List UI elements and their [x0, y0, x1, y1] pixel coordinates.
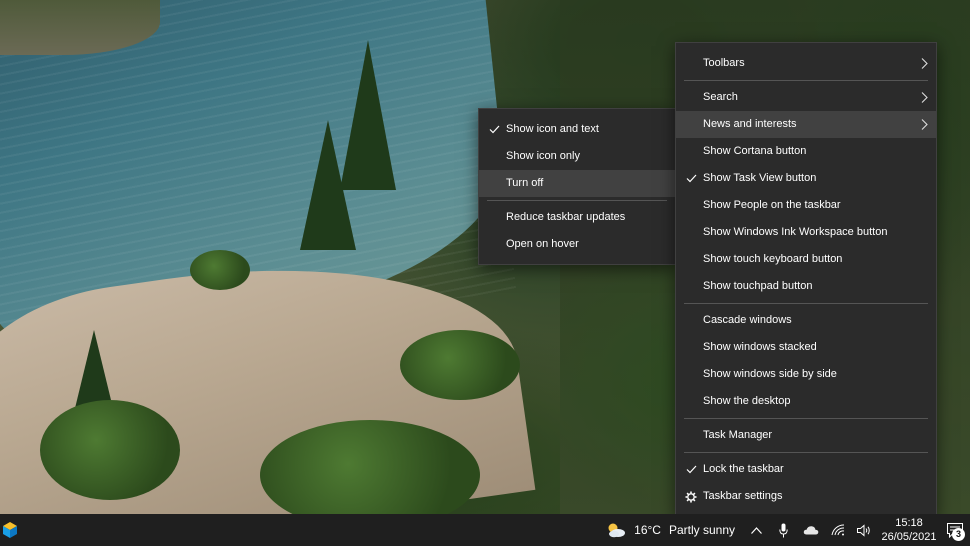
- checkmark-icon: [487, 116, 501, 143]
- menu-item-label: Taskbar settings: [703, 490, 783, 502]
- weather-temperature: 16°C: [634, 523, 661, 537]
- onedrive-cloud-icon[interactable]: [797, 514, 824, 546]
- menu-item-show-icon-only[interactable]: Show icon only: [479, 143, 675, 170]
- menu-item-label: Show windows side by side: [703, 368, 837, 380]
- system-tray: 16°C Partly sunny 15:18 26/05/2021 3: [602, 514, 970, 546]
- menu-item-label: Reduce taskbar updates: [506, 211, 626, 223]
- menu-item-show-people-on-taskbar[interactable]: Show People on the taskbar: [676, 192, 936, 219]
- menu-item-show-the-desktop[interactable]: Show the desktop: [676, 388, 936, 415]
- taskbar-app-button[interactable]: [0, 514, 20, 546]
- menu-item-label: Lock the taskbar: [703, 463, 784, 475]
- menu-item-lock-the-taskbar[interactable]: Lock the taskbar: [676, 456, 936, 483]
- menu-item-turn-off[interactable]: Turn off: [479, 170, 675, 197]
- menu-item-label: Cascade windows: [703, 314, 792, 326]
- menu-item-open-on-hover[interactable]: Open on hover: [479, 231, 675, 258]
- chevron-right-icon: [918, 50, 930, 77]
- volume-icon[interactable]: [851, 514, 878, 546]
- chevron-right-icon: [918, 111, 930, 138]
- notification-count-badge: 3: [952, 528, 965, 541]
- wifi-icon[interactable]: [824, 514, 851, 546]
- menu-item-label: Open on hover: [506, 238, 579, 250]
- menu-item-cascade-windows[interactable]: Cascade windows: [676, 307, 936, 334]
- menu-item-show-windows-side-by-side[interactable]: Show windows side by side: [676, 361, 936, 388]
- news-and-interests-weather-button[interactable]: 16°C Partly sunny: [602, 514, 743, 546]
- menu-separator: [684, 80, 928, 81]
- menu-item-label: Show People on the taskbar: [703, 199, 841, 211]
- menu-item-label: News and interests: [703, 118, 797, 130]
- menu-item-show-cortana-button[interactable]: Show Cortana button: [676, 138, 936, 165]
- wallpaper-shrub: [400, 330, 520, 400]
- menu-item-show-windows-ink-workspace-button[interactable]: Show Windows Ink Workspace button: [676, 219, 936, 246]
- menu-item-reduce-taskbar-updates[interactable]: Reduce taskbar updates: [479, 204, 675, 231]
- chevron-up-icon[interactable]: [743, 514, 770, 546]
- menu-separator: [684, 418, 928, 419]
- menu-item-label: Show touchpad button: [703, 280, 813, 292]
- wallpaper-shrub: [40, 400, 180, 500]
- menu-item-label: Task Manager: [703, 429, 773, 441]
- weather-condition: Partly sunny: [668, 523, 735, 537]
- menu-item-show-icon-and-text[interactable]: Show icon and text: [479, 116, 675, 143]
- news-and-interests-submenu: Show icon and text Show icon only Turn o…: [478, 108, 676, 265]
- menu-item-toolbars[interactable]: Toolbars: [676, 50, 936, 77]
- chevron-right-icon: [918, 84, 930, 111]
- wallpaper-tree: [300, 120, 356, 250]
- menu-item-news-and-interests[interactable]: News and interests: [676, 111, 936, 138]
- action-center-button[interactable]: 3: [940, 514, 970, 546]
- partly-sunny-icon: [608, 523, 626, 538]
- menu-item-label: Show windows stacked: [703, 341, 817, 353]
- menu-separator: [684, 452, 928, 453]
- checkmark-icon: [684, 165, 698, 192]
- menu-item-taskbar-settings[interactable]: Taskbar settings: [676, 483, 936, 510]
- menu-separator: [684, 303, 928, 304]
- menu-item-label: Search: [703, 91, 738, 103]
- gear-icon: [684, 483, 698, 510]
- menu-item-label: Show touch keyboard button: [703, 253, 843, 265]
- menu-item-show-windows-stacked[interactable]: Show windows stacked: [676, 334, 936, 361]
- menu-item-label: Show icon only: [506, 150, 580, 162]
- clock-date: 26/05/2021: [881, 531, 937, 543]
- taskbar-clock[interactable]: 15:18 26/05/2021: [878, 514, 940, 546]
- microphone-icon[interactable]: [770, 514, 797, 546]
- clock-time: 15:18: [895, 517, 923, 529]
- menu-item-label: Toolbars: [703, 57, 745, 69]
- menu-item-label: Show icon and text: [506, 123, 599, 135]
- menu-item-show-task-view-button[interactable]: Show Task View button: [676, 165, 936, 192]
- menu-item-show-touch-keyboard-button[interactable]: Show touch keyboard button: [676, 246, 936, 273]
- app-cube-icon: [3, 522, 17, 538]
- wallpaper-shrub: [190, 250, 250, 290]
- menu-item-label: Show Cortana button: [703, 145, 807, 157]
- menu-item-label: Show Task View button: [703, 172, 817, 184]
- checkmark-icon: [684, 456, 698, 483]
- menu-item-task-manager[interactable]: Task Manager: [676, 422, 936, 449]
- menu-separator: [487, 200, 667, 201]
- taskbar-context-menu: Toolbars Search News and interests Show …: [675, 42, 937, 517]
- menu-item-label: Show the desktop: [703, 395, 791, 407]
- menu-item-show-touchpad-button[interactable]: Show touchpad button: [676, 273, 936, 300]
- menu-item-label: Turn off: [506, 177, 544, 189]
- taskbar[interactable]: 16°C Partly sunny 15:18 26/05/2021 3: [0, 514, 970, 546]
- menu-item-search[interactable]: Search: [676, 84, 936, 111]
- menu-item-label: Show Windows Ink Workspace button: [703, 226, 888, 238]
